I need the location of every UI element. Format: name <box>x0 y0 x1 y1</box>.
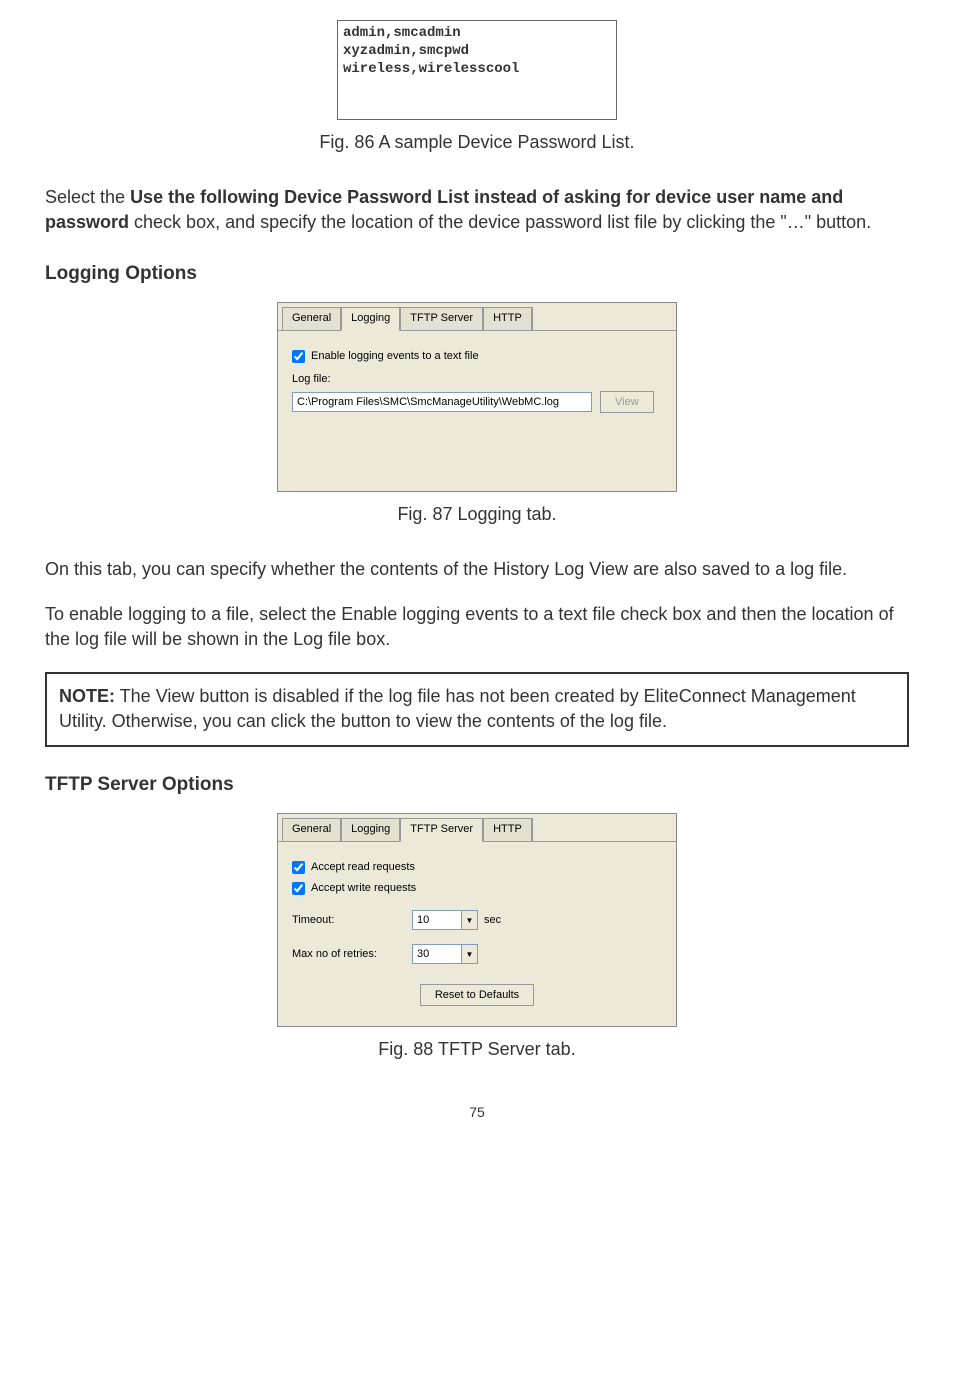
tab-tftp-server-2[interactable]: TFTP Server <box>400 818 483 841</box>
tab-general-2[interactable]: General <box>282 818 341 840</box>
retries-combo: ▼ <box>412 944 478 964</box>
note-label: NOTE: <box>59 686 115 706</box>
timeout-input[interactable] <box>412 910 462 930</box>
para1-prefix: Select the <box>45 187 130 207</box>
logging-dialog: General Logging TFTP Server HTTP Enable … <box>277 302 677 491</box>
accept-read-checkbox[interactable] <box>292 861 305 874</box>
timeout-row: Timeout: ▼ sec <box>292 910 662 930</box>
fig86-caption: Fig. 86 A sample Device Password List. <box>45 130 909 155</box>
accept-read-label: Accept read requests <box>311 860 415 875</box>
fig87-caption: Fig. 87 Logging tab. <box>45 502 909 527</box>
heading-tftp-options: TFTP Server Options <box>45 772 909 799</box>
logging-panel-body: Enable logging events to a text file Log… <box>278 331 676 491</box>
tftp-tab-row: General Logging TFTP Server HTTP <box>278 814 676 841</box>
timeout-dropdown-arrow[interactable]: ▼ <box>462 910 478 930</box>
timeout-label: Timeout: <box>292 913 412 928</box>
fig88-caption: Fig. 88 TFTP Server tab. <box>45 1037 909 1062</box>
logfile-input-row: View <box>292 391 662 413</box>
tab-end-spacer-2 <box>532 818 537 840</box>
accept-read-row: Accept read requests <box>292 860 662 875</box>
tftp-panel-body: Accept read requests Accept write reques… <box>278 842 676 1027</box>
tftp-dialog: General Logging TFTP Server HTTP Accept … <box>277 813 677 1027</box>
para-select-checkbox: Select the Use the following Device Pass… <box>45 185 909 235</box>
timeout-unit: sec <box>484 913 501 928</box>
enable-logging-checkbox[interactable] <box>292 350 305 363</box>
para-history-log: On this tab, you can specify whether the… <box>45 557 909 582</box>
enable-logging-label: Enable logging events to a text file <box>311 349 479 364</box>
device-password-list-box: admin,smcadmin xyzadmin,smcpwd wireless,… <box>337 20 617 120</box>
heading-logging-options: Logging Options <box>45 261 909 288</box>
accept-write-label: Accept write requests <box>311 881 416 896</box>
retries-label: Max no of retries: <box>292 947 412 962</box>
enable-logging-row: Enable logging events to a text file <box>292 349 662 364</box>
tab-general[interactable]: General <box>282 307 341 329</box>
note-text: The View button is disabled if the log f… <box>59 686 856 731</box>
reset-to-defaults-button[interactable]: Reset to Defaults <box>420 984 534 1006</box>
logfile-input[interactable] <box>292 392 592 412</box>
para1-suffix: check box, and specify the location of t… <box>129 212 871 232</box>
retries-row: Max no of retries: ▼ <box>292 944 662 964</box>
timeout-combo: ▼ <box>412 910 478 930</box>
logging-tab-row: General Logging TFTP Server HTTP <box>278 303 676 330</box>
retries-dropdown-arrow[interactable]: ▼ <box>462 944 478 964</box>
tab-http[interactable]: HTTP <box>483 307 532 329</box>
reset-row: Reset to Defaults <box>292 984 662 1006</box>
retries-input[interactable] <box>412 944 462 964</box>
page-number: 75 <box>45 1103 909 1123</box>
accept-write-row: Accept write requests <box>292 881 662 896</box>
note-box: NOTE: The View button is disabled if the… <box>45 672 909 746</box>
tab-logging[interactable]: Logging <box>341 307 400 330</box>
tab-end-spacer <box>532 307 537 329</box>
tab-logging-2[interactable]: Logging <box>341 818 400 840</box>
para-enable-logging: To enable logging to a file, select the … <box>45 602 909 652</box>
accept-write-checkbox[interactable] <box>292 882 305 895</box>
view-button: View <box>600 391 654 413</box>
tab-tftp-server[interactable]: TFTP Server <box>400 307 483 329</box>
tab-http-2[interactable]: HTTP <box>483 818 532 840</box>
logfile-label: Log file: <box>292 372 662 387</box>
